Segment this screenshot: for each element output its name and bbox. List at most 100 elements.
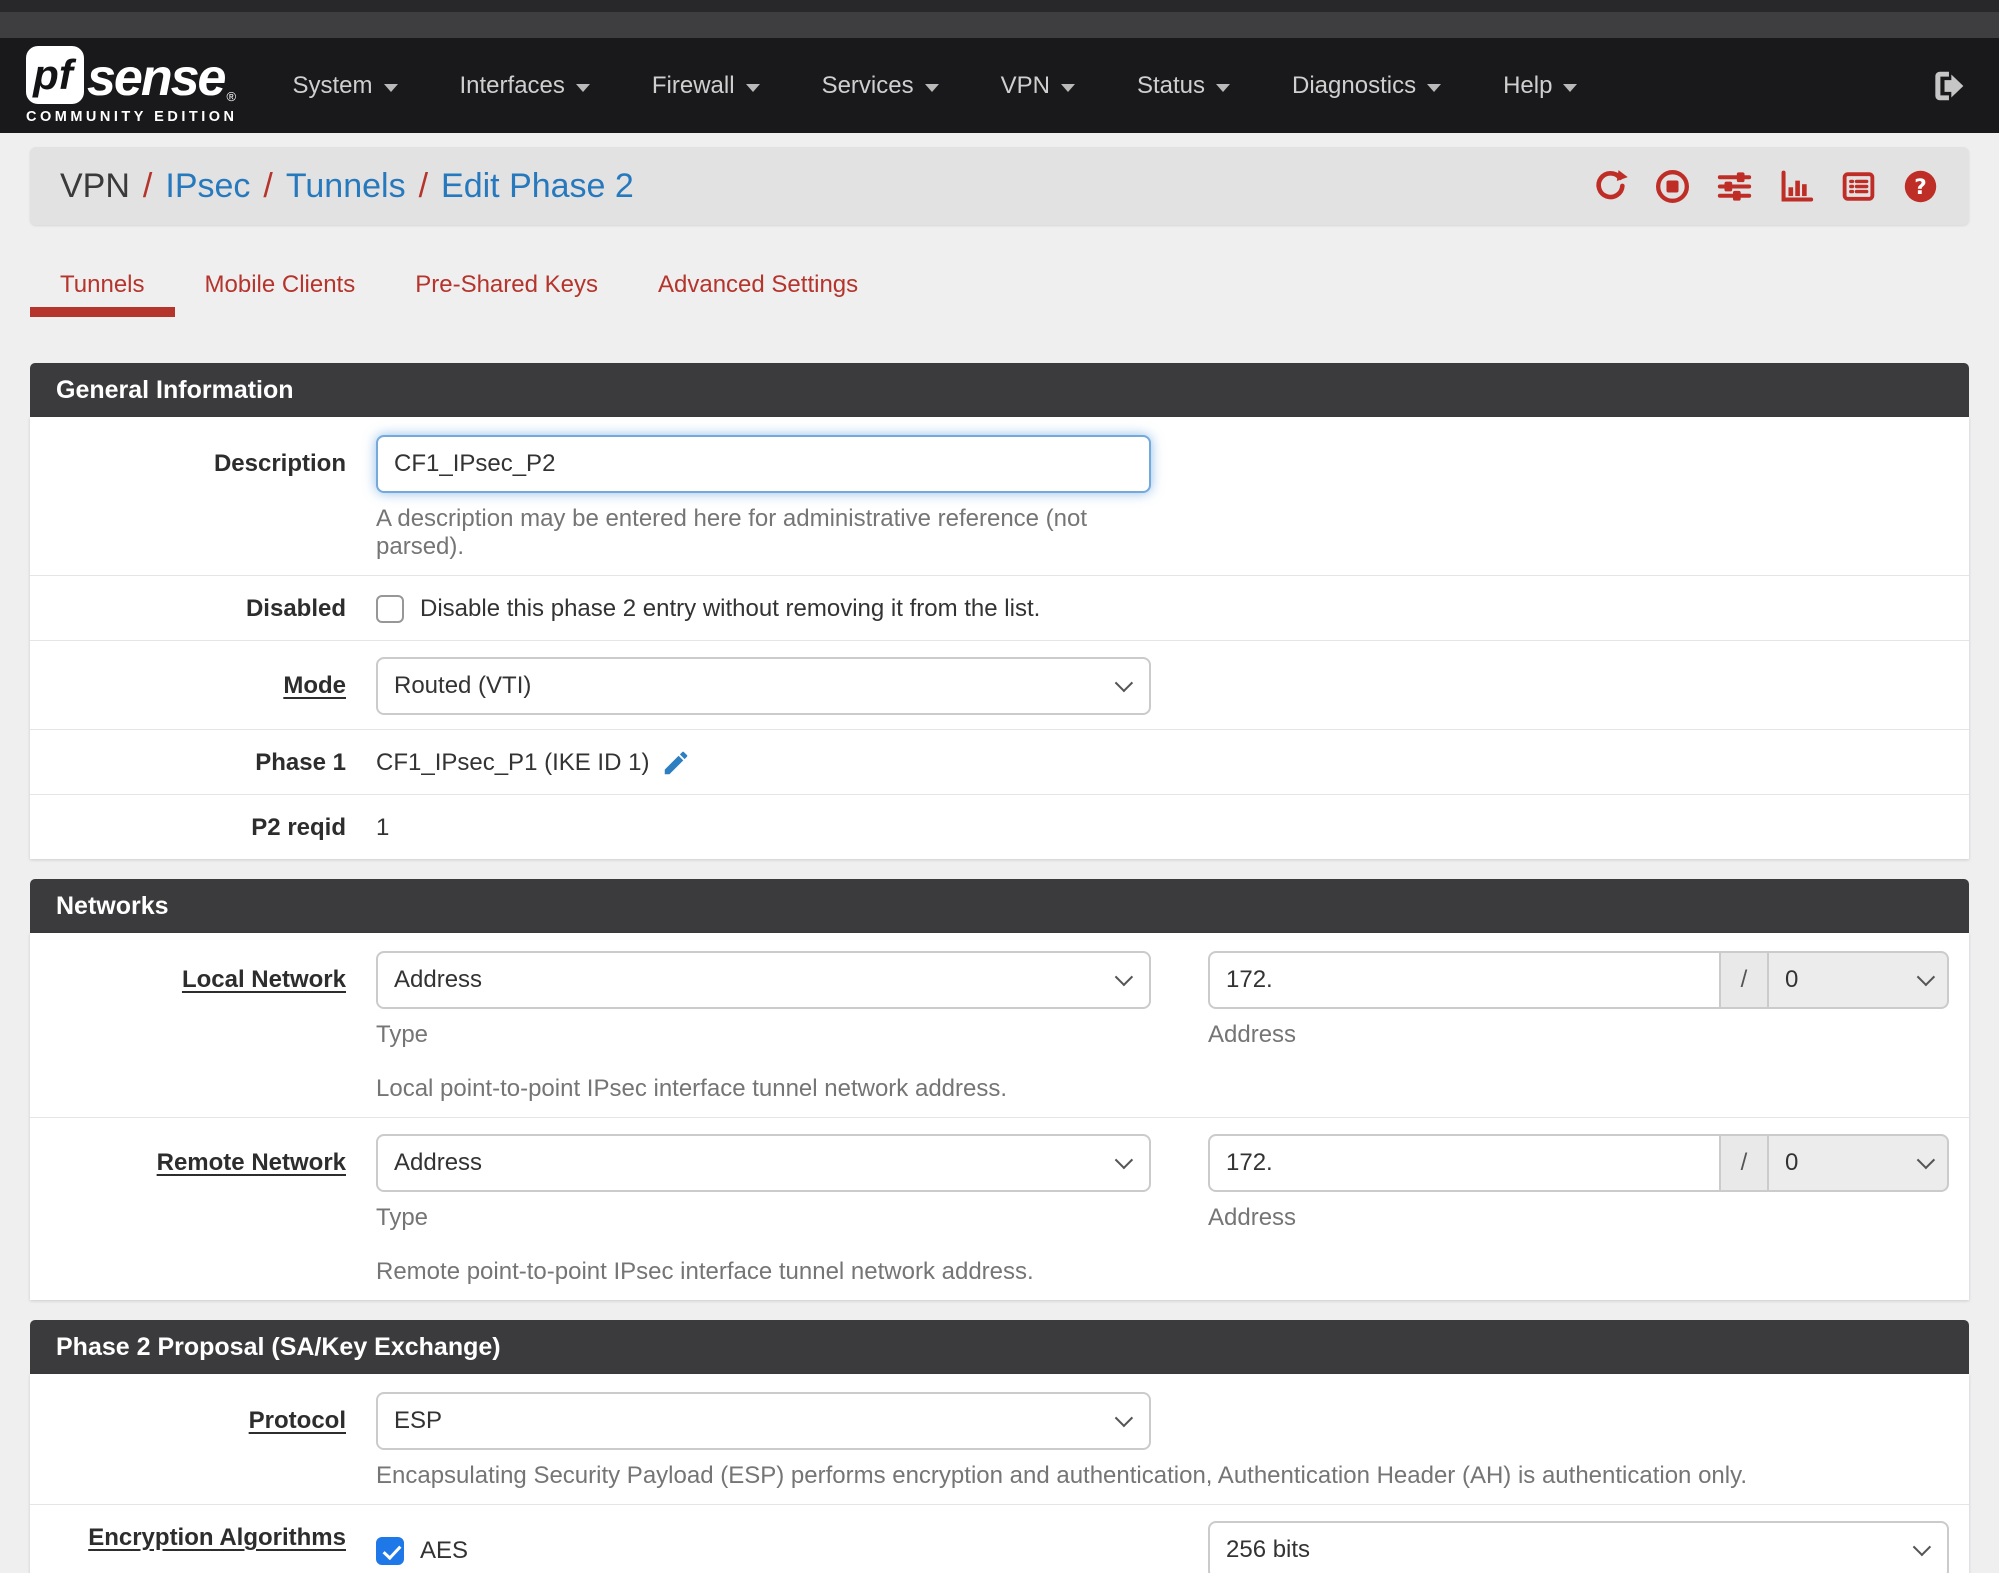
- description-help: A description may be entered here for ad…: [376, 505, 1088, 560]
- breadcrumb-link-ipsec[interactable]: IPsec: [165, 167, 250, 206]
- local-address-group: / 0: [1208, 951, 1949, 1009]
- edit-pencil-icon[interactable]: [661, 748, 691, 778]
- local-address-separator: /: [1719, 951, 1769, 1009]
- sliders-icon[interactable]: [1716, 168, 1753, 205]
- nav-item-services[interactable]: Services: [791, 72, 970, 100]
- remote-network-help: Remote point-to-point IPsec interface tu…: [376, 1258, 1034, 1285]
- aes-checkbox-label: AES: [420, 1537, 469, 1564]
- nav-item-firewall[interactable]: Firewall: [621, 72, 791, 100]
- remote-address-help: Address: [1208, 1204, 1297, 1231]
- disabled-checkbox[interactable]: [376, 595, 404, 623]
- chevron-down-icon: [1114, 967, 1134, 986]
- row-disabled: Disabled Disable this phase 2 entry with…: [30, 575, 1969, 640]
- phase1-value: CF1_IPsec_P1 (IKE ID 1): [376, 749, 650, 776]
- section-title: General Information: [30, 363, 1969, 417]
- local-network-type-select[interactable]: Address: [376, 951, 1151, 1009]
- local-network-help: Local point-to-point IPsec interface tun…: [376, 1075, 1008, 1102]
- remote-address-input[interactable]: [1208, 1134, 1719, 1192]
- p2-reqid-label: P2 reqid: [251, 814, 346, 841]
- breadcrumb-root: VPN: [60, 166, 130, 205]
- pfsense-page: pf sense ® COMMUNITY EDITION System Inte…: [0, 0, 1999, 1573]
- remote-address-group: / 0: [1208, 1134, 1949, 1192]
- caret-down-icon: [1060, 83, 1075, 92]
- row-p2-reqid: P2 reqid 1: [30, 794, 1969, 859]
- aes-keylen-select[interactable]: 256 bits: [1208, 1521, 1949, 1573]
- help-circle-icon[interactable]: ?: [1902, 168, 1939, 205]
- nav-item-interfaces[interactable]: Interfaces: [429, 72, 621, 100]
- stop-circle-icon[interactable]: [1654, 168, 1691, 205]
- chevron-down-icon: [1114, 673, 1134, 692]
- nav-item-status[interactable]: Status: [1106, 72, 1261, 100]
- remote-network-type-select[interactable]: Address: [376, 1134, 1151, 1192]
- caret-down-icon: [1563, 83, 1578, 92]
- tab-tunnels[interactable]: Tunnels: [30, 267, 175, 317]
- nav-item-help[interactable]: Help: [1472, 72, 1608, 100]
- logo-registered-mark: ®: [226, 89, 237, 104]
- list-icon[interactable]: [1840, 168, 1877, 205]
- remote-address-separator: /: [1719, 1134, 1769, 1192]
- description-input[interactable]: [376, 435, 1151, 493]
- row-local-network: Local Network Address Type Local point-t…: [30, 933, 1969, 1117]
- remote-mask-select[interactable]: 0: [1769, 1134, 1949, 1192]
- mode-select[interactable]: Routed (VTI): [376, 657, 1151, 715]
- chevron-down-icon: [1916, 1150, 1936, 1169]
- protocol-help: Encapsulating Security Payload (ESP) per…: [376, 1462, 1747, 1489]
- svg-text:?: ?: [1914, 175, 1927, 200]
- tab-pre-shared-keys[interactable]: Pre-Shared Keys: [385, 267, 628, 317]
- chevron-down-icon: [1912, 1537, 1932, 1556]
- remote-type-help: Type: [376, 1204, 429, 1231]
- p2-reqid-value: 1: [376, 814, 390, 841]
- caret-down-icon: [1427, 83, 1442, 92]
- local-network-label[interactable]: Local Network: [30, 951, 376, 1103]
- chevron-down-icon: [1916, 967, 1936, 986]
- local-address-help: Address: [1208, 1021, 1297, 1048]
- phase1-label: Phase 1: [255, 749, 346, 776]
- ipsec-tabs: Tunnels Mobile Clients Pre-Shared Keys A…: [30, 267, 1969, 317]
- caret-down-icon: [924, 83, 939, 92]
- logo-edition-text: COMMUNITY EDITION: [26, 109, 238, 125]
- row-phase1: Phase 1 CF1_IPsec_P1 (IKE ID 1): [30, 729, 1969, 794]
- caret-down-icon: [1216, 83, 1231, 92]
- logo-pf-mark: pf: [26, 46, 84, 104]
- tab-mobile-clients[interactable]: Mobile Clients: [175, 267, 386, 317]
- row-description: Description A description may be entered…: [30, 417, 1969, 575]
- refresh-icon[interactable]: [1592, 168, 1629, 205]
- header-strip: [0, 12, 1999, 38]
- description-label: Description: [213, 450, 346, 477]
- top-navbar: pf sense ® COMMUNITY EDITION System Inte…: [0, 38, 1999, 133]
- nav-item-diagnostics[interactable]: Diagnostics: [1261, 72, 1472, 100]
- disabled-checkbox-label: Disable this phase 2 entry without remov…: [420, 595, 1041, 622]
- aes-checkbox[interactable]: [376, 1537, 404, 1565]
- row-encryption-aes: Encryption Algorithms AES 256 bits: [30, 1504, 1969, 1573]
- page-action-icons: ?: [1592, 168, 1939, 205]
- protocol-select[interactable]: ESP: [376, 1392, 1151, 1450]
- nav-item-system[interactable]: System: [261, 72, 428, 100]
- caret-down-icon: [383, 83, 398, 92]
- nav-item-vpn[interactable]: VPN: [970, 72, 1106, 100]
- local-type-help: Type: [376, 1021, 429, 1048]
- caret-down-icon: [745, 83, 760, 92]
- section-networks: Networks Local Network Address Type Loca…: [30, 879, 1969, 1300]
- bar-chart-icon[interactable]: [1778, 168, 1815, 205]
- remote-network-label[interactable]: Remote Network: [30, 1134, 376, 1286]
- sign-out-icon[interactable]: [1929, 67, 1973, 105]
- mode-label[interactable]: Mode: [30, 657, 376, 715]
- section-title: Networks: [30, 879, 1969, 933]
- row-mode: Mode Routed (VTI): [30, 640, 1969, 729]
- breadcrumb-link-tunnels[interactable]: Tunnels: [286, 167, 406, 206]
- row-protocol: Protocol ESP Encapsulating Security Payl…: [30, 1374, 1969, 1504]
- local-address-input[interactable]: [1208, 951, 1719, 1009]
- row-remote-network: Remote Network Address Type Remote point…: [30, 1117, 1969, 1300]
- protocol-label[interactable]: Protocol: [30, 1392, 376, 1490]
- encryption-algorithms-label[interactable]: Encryption Algorithms: [30, 1521, 376, 1573]
- section-title: Phase 2 Proposal (SA/Key Exchange): [30, 1320, 1969, 1374]
- pfsense-logo[interactable]: pf sense ® COMMUNITY EDITION: [26, 46, 237, 125]
- caret-down-icon: [575, 83, 590, 92]
- breadcrumb-panel: VPN / IPsec / Tunnels / Edit Phase 2 ?: [30, 147, 1969, 225]
- disabled-label: Disabled: [245, 595, 346, 622]
- browser-top-strip: [0, 0, 1999, 12]
- breadcrumb: VPN / IPsec / Tunnels / Edit Phase 2: [60, 166, 634, 206]
- tab-advanced-settings[interactable]: Advanced Settings: [628, 267, 888, 317]
- local-mask-select[interactable]: 0: [1769, 951, 1949, 1009]
- breadcrumb-current-edit-phase-2: Edit Phase 2: [441, 166, 634, 205]
